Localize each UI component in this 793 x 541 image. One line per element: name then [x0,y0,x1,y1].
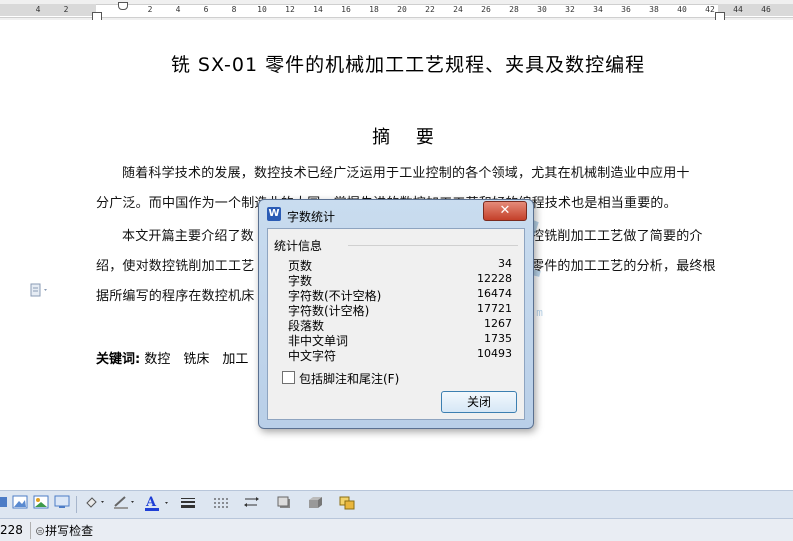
stats-section-header: 统计信息 [274,239,323,253]
horizontal-ruler[interactable]: 4 2 2 4 6 8 10 12 14 16 18 20 22 24 26 28 30 32 34 36 38 40 42… [0,0,793,22]
toolbar-separator [76,496,77,513]
stat-row-chars-no-spaces: 字符数(不计空格) 16474 [280,287,512,303]
include-footnotes-label[interactable]: 包括脚注和尾注(F) [299,370,399,387]
3d-icon[interactable] [306,495,330,513]
ruler-tick-label: 4 [175,5,181,14]
ruler-tick-label: 2 [63,5,69,14]
include-footnotes-checkbox[interactable] [282,371,295,384]
shadow-icon[interactable] [276,495,298,513]
keywords-text: 数控 铣床 加工 [144,352,249,367]
keywords-line: 关键词: 数控 铣床 加工 [96,348,248,367]
line-color-icon[interactable] [112,495,138,513]
ruler-tick-label: 40 [677,5,687,14]
ruler-tick-label: 30 [537,5,547,14]
ruler-tick-label: 14 [313,5,323,14]
stat-value: 1267 [484,317,512,330]
ruler-tick-label: 24 [453,5,463,14]
spell-check-label: 拼写检查 [45,524,94,538]
dialog-body: 统计信息 页数 34 字数 12228 字符数(不计空格) 16474 字符数(… [267,228,525,420]
ruler-tick-label: 4 [35,5,41,14]
spell-check-icon: ⊜ [35,524,46,538]
stat-row-pages: 页数 34 [280,257,512,273]
ruler-tick-label: 44 [733,5,743,14]
stat-row-chinese-chars: 中文字符 10493 [280,347,512,363]
abstract-line-5: 据所编写的程序在数控机床 [96,289,255,304]
dash-style-icon[interactable] [211,495,233,513]
stat-value: 1735 [484,332,512,345]
fill-color-icon[interactable] [84,495,106,513]
ruler-tick-label: 32 [565,5,575,14]
stat-value: 17721 [477,302,512,315]
ruler-tick-label: 34 [593,5,603,14]
dialog-close-button[interactable]: ✕ [483,201,527,221]
ruler-tick-label: 26 [481,5,491,14]
abstract-heading: 摘 要 [372,127,444,148]
abstract-line-1: 随着科学技术的发展，数控技术已经广泛运用于工业控制的各个领域，尤其在机械制造业中… [122,166,690,181]
wps-logo-icon: W [267,207,281,221]
ruler-tick-label: 36 [621,5,631,14]
arrow-style-icon[interactable] [243,495,267,513]
stat-row-chars-with-spaces: 字符数(计空格) 17721 [280,302,512,318]
first-line-indent-marker[interactable] [118,2,128,10]
ruler-tick-label: 22 [425,5,435,14]
ruler-tick-label: 12 [285,5,295,14]
stat-value: 12228 [477,272,512,285]
status-bar: 228 ⊜拼写检查 [0,518,793,541]
stat-row-non-chinese-words: 非中文单词 1735 [280,332,512,348]
ruler-tick-label: 38 [649,5,659,14]
ruler-tick-label: 18 [369,5,379,14]
screen-icon[interactable] [53,495,71,513]
dialog-title: 字数统计 [287,210,336,224]
font-color-icon[interactable]: A [143,495,173,513]
keywords-label: 关键词: [96,352,141,367]
document-title: 铣 SX-01 零件的机械加工工艺规程、夹具及数控编程 [170,54,646,76]
paste-options-icon[interactable] [30,283,48,299]
svg-text:A: A [145,495,157,510]
ruler-tick-label: 10 [257,5,267,14]
word-count-status[interactable]: 228 [0,523,23,537]
abstract-line-3-right: 控铣削加工工艺做了简要的介 [531,229,703,244]
abstract-line-4: 绍，使对数控铣削加工工艺 [96,259,255,274]
ruler-tick-label: 28 [509,5,519,14]
stat-label: 中文字符 [288,349,337,363]
picture-icon[interactable] [11,495,29,513]
image-icon[interactable] [0,495,8,513]
photo-icon[interactable] [32,495,50,513]
ruler-tick-label: 8 [231,5,237,14]
drawing-toolbar: A [0,490,793,518]
abstract-line-3: 本文开篇主要介绍了数 [122,229,255,244]
ruler-tick-label: 6 [203,5,209,14]
close-button[interactable]: 关闭 [441,391,517,413]
ruler-tick-label: 46 [761,5,771,14]
group-icon[interactable] [338,495,360,513]
ruler-tick-label: 2 [147,5,153,14]
stat-row-paragraphs: 段落数 1267 [280,317,512,333]
spell-check-status[interactable]: ⊜拼写检查 [30,522,97,539]
stats-divider [348,245,518,246]
stat-value: 16474 [477,287,512,300]
ruler-tick-label: 16 [341,5,351,14]
stat-value: 10493 [477,347,512,360]
line-style-icon[interactable] [178,495,198,513]
ruler-tick-label: 20 [397,5,407,14]
word-count-dialog: W 字数统计 ✕ 统计信息 页数 34 字数 12228 字符数(不计空格) 1… [258,199,534,429]
abstract-line-4-right: 零件的加工工艺的分析，最终根 [531,259,716,274]
stat-row-words: 字数 12228 [280,272,512,288]
dialog-titlebar[interactable]: W 字数统计 ✕ [259,200,533,228]
stat-value: 34 [498,257,512,270]
